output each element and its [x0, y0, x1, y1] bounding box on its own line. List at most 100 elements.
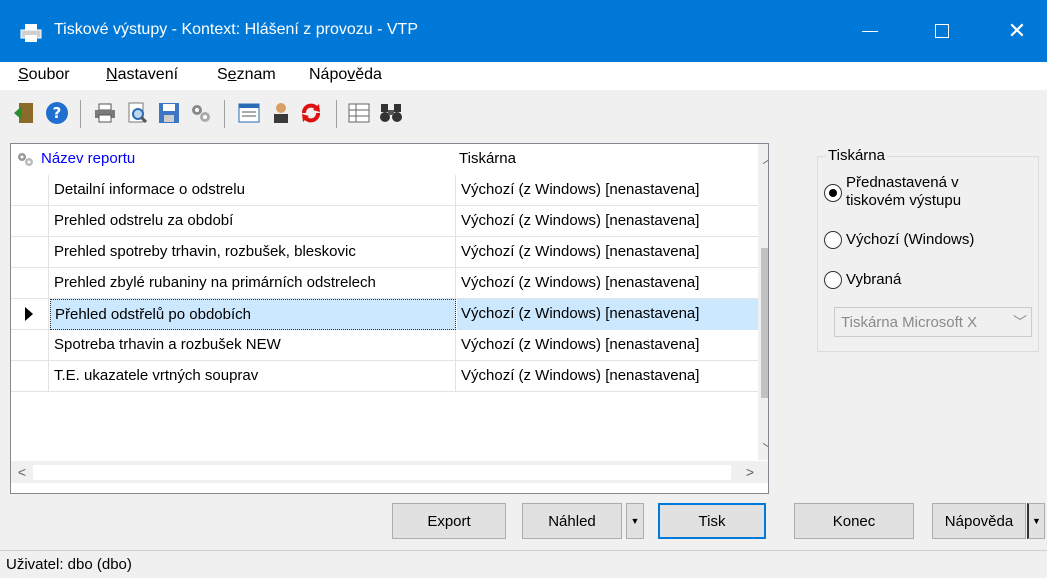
scroll-left-icon[interactable]: < — [11, 461, 33, 483]
preview-icon — [128, 102, 148, 124]
menu-nastaveni[interactable]: Nastavení — [106, 66, 178, 84]
settings-icon — [192, 105, 210, 122]
dropdown-arrow-icon: ▼ — [630, 516, 640, 526]
printer-icon — [20, 24, 42, 42]
printer-select[interactable]: Tiskárna Microsoft X ﹀ — [834, 307, 1032, 337]
printer-select-value: Tiskárna Microsoft X — [841, 314, 978, 331]
close-window-button[interactable]: ✕ — [987, 0, 1047, 62]
cell-printer: Výchozí (z Windows) [nenastavena] — [461, 336, 700, 353]
radio-selected-printer-label[interactable]: Vybraná — [846, 271, 901, 289]
cell-report-name: Prehled odstrelu za období — [50, 206, 456, 237]
column-header-name[interactable]: Název reportu — [41, 150, 135, 167]
table-row[interactable]: Prehled odstrelu za období Výchozí (z Wi… — [11, 206, 768, 237]
cell-printer: Výchozí (z Windows) [nenastavena] — [461, 243, 700, 260]
cell-report-name: Detailní informace o odstrelu — [50, 175, 456, 206]
column-header-printer[interactable]: Tiskárna — [459, 150, 516, 167]
menu-soubor[interactable]: Soubor — [18, 66, 70, 84]
radio-default-windows-label[interactable]: Výchozí (Windows) — [846, 231, 974, 249]
horizontal-scroll-thumb[interactable] — [33, 465, 731, 480]
menu-bar: Soubor Nastavení Seznam Nápověda — [0, 62, 1047, 90]
table-row[interactable]: Spotreba trhavin a rozbušek NEW Výchozí … — [11, 330, 768, 361]
cell-printer: Výchozí (z Windows) [nenastavena] — [461, 367, 700, 384]
cell-report-name: Přehled odstřelů po obdobích — [50, 299, 456, 330]
toolbar-separator — [336, 100, 337, 128]
printer-groupbox: Tiskárna Přednastavená v tiskovém výstup… — [817, 147, 1039, 352]
preview-button[interactable]: Náhled — [522, 503, 622, 539]
menu-napoveda[interactable]: Nápověda — [309, 66, 382, 84]
menu-accel: S — [18, 66, 29, 83]
minimize-button[interactable] — [840, 0, 900, 62]
menu-label: oubor — [28, 66, 70, 83]
list-button[interactable] — [236, 100, 262, 126]
cell-report-name: Spotreba trhavin a rozbušek NEW — [50, 330, 456, 361]
list-icon — [238, 103, 260, 123]
print-button[interactable] — [92, 100, 118, 126]
table-row[interactable]: Prehled zbylé rubaniny na primárních ods… — [11, 268, 768, 299]
horizontal-scrollbar[interactable]: < > — [11, 461, 768, 483]
menu-label: znam — [236, 66, 276, 83]
dropdown-arrow-icon: ▼ — [1032, 516, 1041, 526]
user-button[interactable] — [268, 100, 294, 126]
refresh-button[interactable] — [298, 100, 324, 126]
menu-label: astavení — [117, 66, 179, 83]
table-button[interactable] — [346, 100, 372, 126]
settings-button[interactable] — [188, 100, 214, 126]
settings-icon[interactable] — [15, 150, 35, 168]
menu-accel: N — [106, 66, 118, 83]
title-bar[interactable]: Tiskové výstupy - Kontext: Hlášení z pro… — [0, 0, 1047, 62]
binoculars-icon — [380, 104, 402, 122]
toolbar-separator — [80, 100, 81, 128]
export-button[interactable]: Export — [392, 503, 506, 539]
current-row-arrow-icon — [25, 307, 33, 321]
chevron-down-icon: ﹀ — [1013, 314, 1027, 330]
scroll-down-icon[interactable]: ﹀ — [758, 436, 768, 460]
row-indicator — [11, 299, 49, 330]
help-icon: ? — [46, 102, 68, 124]
scroll-right-icon[interactable]: > — [739, 461, 761, 483]
preview-button[interactable] — [124, 100, 150, 126]
radio-preset-printer[interactable] — [824, 184, 842, 202]
cell-report-name: Prehled zbylé rubaniny na primárních ods… — [50, 268, 456, 299]
status-bar: Uživatel: dbo (dbo) — [0, 550, 1047, 578]
window-title: Tiskové výstupy - Kontext: Hlášení z pro… — [54, 21, 418, 38]
vertical-scroll-thumb[interactable] — [761, 248, 768, 398]
printer-group-legend: Tiskárna — [826, 147, 887, 164]
help-button[interactable]: Nápověda — [932, 503, 1026, 539]
table-row[interactable]: T.E. ukazatele vrtných souprav Výchozí (… — [11, 361, 768, 392]
row-indicator — [11, 330, 49, 361]
toolbar-separator — [224, 100, 225, 128]
table-row[interactable]: Detailní informace o odstrelu Výchozí (z… — [11, 175, 768, 206]
radio-label-line: Přednastavená v — [846, 174, 959, 191]
cell-printer: Výchozí (z Windows) [nenastavena] — [457, 299, 768, 330]
preview-dropdown-button[interactable]: ▼ — [626, 503, 644, 539]
user-icon — [274, 103, 288, 123]
table-row[interactable]: Prehled spotreby trhavin, rozbušek, bles… — [11, 237, 768, 268]
search-button[interactable] — [378, 100, 404, 126]
print-button[interactable]: Tisk — [658, 503, 766, 539]
save-button[interactable] — [156, 100, 182, 126]
menu-seznam[interactable]: Seznam — [217, 66, 276, 84]
menu-accel: e — [227, 66, 237, 83]
cell-report-name: T.E. ukazatele vrtných souprav — [50, 361, 456, 392]
toolbar: ? — [0, 92, 1047, 136]
maximize-icon — [935, 24, 949, 38]
row-indicator — [11, 175, 49, 206]
cell-report-name: Prehled spotreby trhavin, rozbušek, bles… — [50, 237, 456, 268]
cell-printer: Výchozí (z Windows) [nenastavena] — [461, 181, 700, 198]
menu-label: Nápo — [309, 66, 348, 83]
exit-icon — [14, 103, 33, 123]
radio-preset-printer-label[interactable]: Přednastavená v tiskovém výstupu — [846, 174, 961, 210]
help-button[interactable]: ? — [44, 100, 70, 126]
report-grid[interactable]: Název reportu Tiskárna Detailní informac… — [10, 143, 769, 494]
help-dropdown-button[interactable]: ▼ — [1027, 503, 1045, 539]
radio-default-windows[interactable] — [824, 231, 842, 249]
exit-button[interactable] — [12, 100, 38, 126]
close-button[interactable]: Konec — [794, 503, 914, 539]
scroll-up-icon[interactable]: ︿ — [758, 146, 768, 170]
status-user: Uživatel: dbo (dbo) — [6, 556, 132, 573]
maximize-button[interactable] — [912, 0, 972, 62]
table-row-selected[interactable]: Přehled odstřelů po obdobích Výchozí (z … — [11, 299, 768, 330]
vertical-scrollbar[interactable]: ︿ ﹀ — [758, 144, 768, 460]
radio-selected-printer[interactable] — [824, 271, 842, 289]
menu-label: S — [217, 66, 228, 83]
